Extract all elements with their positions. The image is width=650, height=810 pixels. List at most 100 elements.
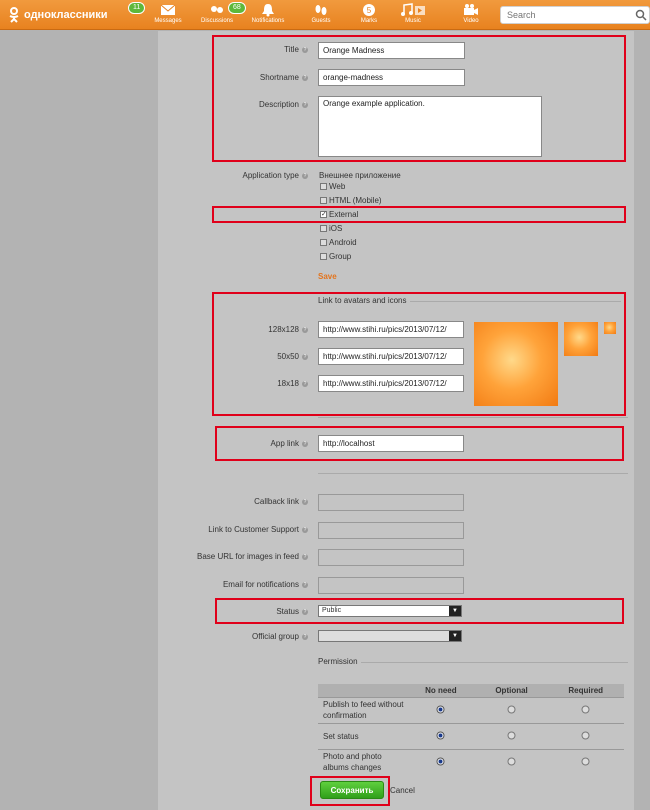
marks-icon: 5 bbox=[363, 4, 375, 16]
nav-messages[interactable]: Messages bbox=[145, 3, 191, 24]
baseurl-input[interactable] bbox=[318, 549, 464, 566]
checkbox[interactable] bbox=[320, 183, 327, 190]
help-icon[interactable]: ? bbox=[302, 608, 308, 615]
apptype-group-checkbox[interactable]: Group bbox=[320, 252, 351, 261]
submit-button[interactable]: Сохранить bbox=[320, 781, 384, 799]
divider bbox=[318, 417, 628, 418]
title-input[interactable]: Orange Madness bbox=[318, 42, 465, 59]
icon-128-label: 128x128? bbox=[158, 325, 308, 334]
help-icon[interactable]: ? bbox=[302, 526, 308, 533]
callback-label: Callback link? bbox=[158, 497, 308, 506]
help-icon[interactable]: ? bbox=[302, 326, 308, 333]
baseurl-label-text: Base URL for images in feed bbox=[197, 552, 299, 561]
apptype-ios-checkbox[interactable]: iOS bbox=[320, 224, 342, 233]
perm-radio[interactable] bbox=[547, 748, 624, 775]
cancel-link[interactable]: Cancel bbox=[390, 786, 415, 795]
email-input[interactable] bbox=[318, 577, 464, 594]
shortname-input[interactable]: orange-madness bbox=[318, 69, 465, 86]
email-label: Email for notifications? bbox=[158, 580, 308, 589]
logo[interactable]: одноклассники bbox=[8, 7, 108, 23]
save-link[interactable]: Save bbox=[318, 272, 337, 281]
support-input[interactable] bbox=[318, 522, 464, 539]
perm-col-header: Required bbox=[547, 684, 624, 697]
radio-icon[interactable] bbox=[581, 705, 590, 714]
radio-icon[interactable] bbox=[507, 731, 516, 740]
radio-selected-icon[interactable] bbox=[436, 705, 445, 714]
search-input[interactable] bbox=[501, 7, 621, 23]
help-icon[interactable]: ? bbox=[302, 553, 308, 560]
nav-label: Music bbox=[405, 18, 421, 24]
checkbox[interactable] bbox=[320, 239, 327, 246]
group-label: Official group? bbox=[158, 632, 308, 641]
perm-radio[interactable] bbox=[475, 696, 548, 723]
apptype-label: Application type? bbox=[158, 171, 308, 180]
applink-input[interactable]: http://localhost bbox=[318, 435, 464, 452]
checkbox[interactable] bbox=[320, 225, 327, 232]
help-icon[interactable]: ? bbox=[302, 633, 308, 640]
apptype-external-checkbox[interactable]: ✓ External bbox=[320, 210, 358, 219]
perm-radio[interactable] bbox=[406, 748, 476, 775]
apptype-web-checkbox[interactable]: Web bbox=[320, 182, 345, 191]
video-icon bbox=[464, 4, 478, 15]
nav-notifications[interactable]: Notifications bbox=[245, 3, 291, 24]
help-icon[interactable]: ? bbox=[302, 498, 308, 505]
radio-icon[interactable] bbox=[581, 731, 590, 740]
perm-radio[interactable] bbox=[547, 696, 624, 723]
help-icon[interactable]: ? bbox=[302, 440, 308, 447]
help-icon[interactable]: ? bbox=[302, 172, 308, 179]
nav-guests[interactable]: Guests bbox=[298, 3, 344, 24]
icon-18-label-text: 18x18 bbox=[277, 379, 299, 388]
applink-label: App link? bbox=[158, 439, 308, 448]
apptype-html-checkbox[interactable]: HTML (Mobile) bbox=[320, 196, 382, 205]
checkbox-label: Android bbox=[329, 238, 357, 247]
apptype-android-checkbox[interactable]: Android bbox=[320, 238, 357, 247]
radio-icon[interactable] bbox=[507, 757, 516, 766]
status-select[interactable]: Public ▼ bbox=[318, 605, 462, 617]
baseurl-label: Base URL for images in feed? bbox=[158, 552, 308, 561]
top-bar: одноклассники 11 Messages Discussions 68… bbox=[0, 0, 650, 30]
search-icon[interactable] bbox=[635, 9, 647, 21]
help-icon[interactable]: ? bbox=[302, 353, 308, 360]
perm-radio[interactable] bbox=[406, 722, 476, 749]
radio-selected-icon[interactable] bbox=[436, 731, 445, 740]
title-label: Title? bbox=[158, 45, 308, 54]
email-label-text: Email for notifications bbox=[222, 580, 299, 589]
icon-128-input[interactable]: http://www.stihi.ru/pics/2013/07/12/ bbox=[318, 321, 464, 338]
nav-marks[interactable]: 5 Marks bbox=[346, 3, 392, 24]
help-icon[interactable]: ? bbox=[302, 380, 308, 387]
envelope-icon bbox=[160, 4, 176, 15]
status-label-text: Status bbox=[276, 607, 299, 616]
checkmark-icon[interactable]: ✓ bbox=[320, 211, 327, 218]
perm-radio[interactable] bbox=[406, 696, 476, 723]
perm-radio[interactable] bbox=[475, 748, 548, 775]
help-icon[interactable]: ? bbox=[302, 101, 308, 108]
nav-music[interactable]: Music bbox=[390, 3, 436, 24]
support-label: Link to Customer Support? bbox=[158, 525, 308, 534]
dropdown-arrow-icon[interactable]: ▼ bbox=[449, 631, 461, 641]
callback-input[interactable] bbox=[318, 494, 464, 511]
table-row: Set status bbox=[318, 722, 624, 749]
icon-50-label-text: 50x50 bbox=[277, 352, 299, 361]
help-icon[interactable]: ? bbox=[302, 46, 308, 53]
help-icon[interactable]: ? bbox=[302, 74, 308, 81]
nav-video[interactable]: Video bbox=[448, 3, 494, 24]
help-icon[interactable]: ? bbox=[302, 581, 308, 588]
apptype-label-text: Application type bbox=[242, 171, 299, 180]
checkbox[interactable] bbox=[320, 197, 327, 204]
perm-radio[interactable] bbox=[547, 722, 624, 749]
dropdown-arrow-icon[interactable]: ▼ bbox=[449, 606, 461, 616]
shortname-label-text: Shortname bbox=[259, 73, 299, 82]
checkbox[interactable] bbox=[320, 253, 327, 260]
app-settings-panel: Title? Orange Madness Shortname? orange-… bbox=[158, 31, 634, 810]
icon-50-input[interactable]: http://www.stihi.ru/pics/2013/07/12/ bbox=[318, 348, 464, 365]
radio-icon[interactable] bbox=[581, 757, 590, 766]
group-select[interactable]: ▼ bbox=[318, 630, 462, 642]
radio-icon[interactable] bbox=[507, 705, 516, 714]
description-textarea[interactable]: Orange example application. bbox=[318, 96, 542, 157]
support-label-text: Link to Customer Support bbox=[208, 525, 299, 534]
checkbox-label: HTML (Mobile) bbox=[329, 196, 382, 205]
perm-radio[interactable] bbox=[475, 722, 548, 749]
radio-selected-icon[interactable] bbox=[436, 757, 445, 766]
music-icon bbox=[401, 3, 425, 16]
icon-18-input[interactable]: http://www.stihi.ru/pics/2013/07/12/ bbox=[318, 375, 464, 392]
